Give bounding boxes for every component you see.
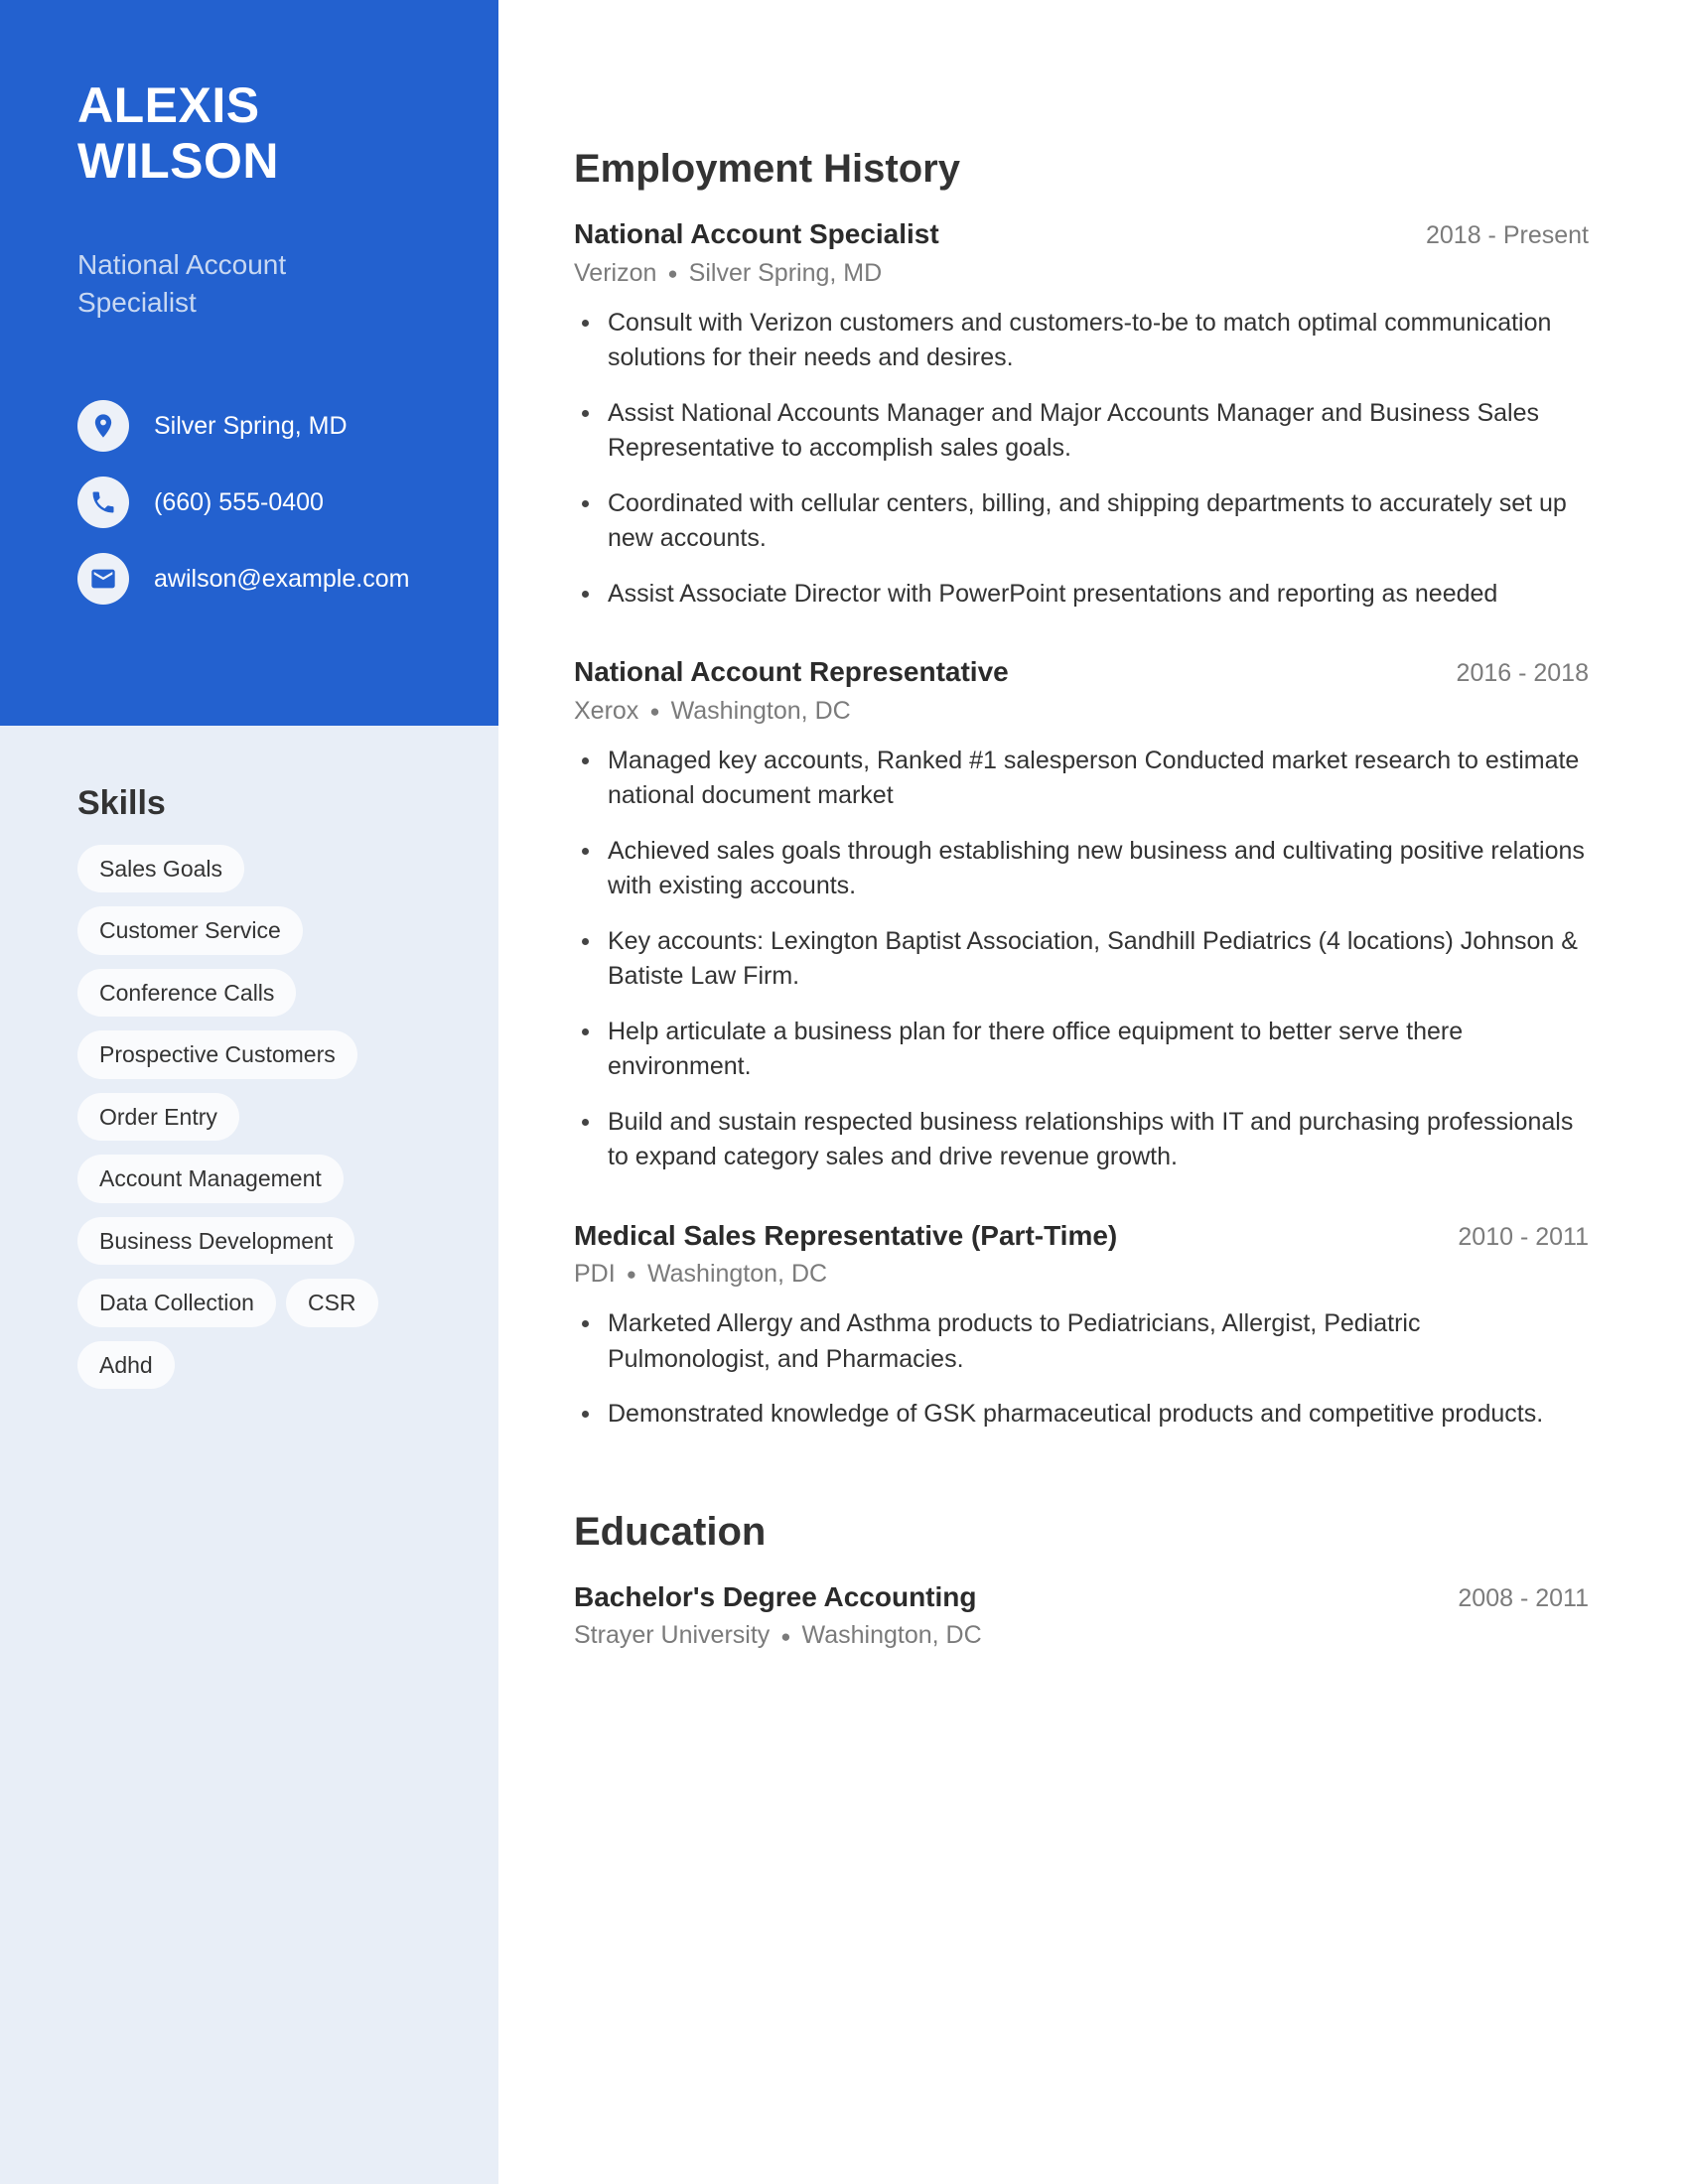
- school-location-text: Washington, DC: [801, 1621, 982, 1650]
- location-pin-icon: [77, 400, 129, 452]
- entry-header: National Account Specialist 2018 - Presen…: [574, 217, 1589, 251]
- employment-entry: National Account Specialist 2018 - Presen…: [574, 217, 1589, 612]
- email-icon: [77, 553, 129, 605]
- resume-page: ALEXIS WILSON National Account Specialis…: [0, 0, 1688, 2184]
- job-date-range: 2018 - Present: [1426, 221, 1589, 249]
- separator-dot-icon: ●: [649, 701, 660, 721]
- skill-chip: Conference Calls: [77, 968, 297, 1018]
- employment-entry: Medical Sales Representative (Part-Time)…: [574, 1219, 1589, 1433]
- degree-date-range: 2008 - 2011: [1458, 1583, 1589, 1612]
- contact-item-email: awilson@example.com: [77, 553, 409, 605]
- job-company-location: Xerox ● Washington, DC: [574, 696, 1589, 726]
- job-bullet: Consult with Verizon customers and custo…: [574, 306, 1589, 376]
- contact-email-text: awilson@example.com: [154, 564, 410, 593]
- job-date-range: 2016 - 2018: [1456, 659, 1589, 688]
- skill-chip: Sales Goals: [77, 845, 245, 893]
- job-title: National Account Specialist: [574, 218, 939, 249]
- job-company-location: PDI ● Washington, DC: [574, 1259, 1589, 1289]
- contact-item-location: Silver Spring, MD: [77, 400, 409, 452]
- skill-chip: Customer Service: [77, 906, 303, 955]
- job-company-location: Verizon ● Silver Spring, MD: [574, 258, 1589, 288]
- job-title: National Account Representative: [574, 656, 1009, 688]
- education-entries: Bachelor's Degree Accounting 2008 - 2011 S…: [574, 1580, 1589, 1651]
- school-location: Strayer University ● Washington, DC: [574, 1620, 1589, 1650]
- job-bullet: Marketed Allergy and Asthma products to …: [574, 1306, 1589, 1377]
- skill-chip: Account Management: [77, 1155, 344, 1203]
- employment-history-heading: Employment History: [574, 147, 960, 191]
- job-bullet: Demonstrated knowledge of GSK pharmaceut…: [574, 1397, 1589, 1433]
- skills-heading: Skills: [77, 784, 166, 822]
- job-company: PDI: [574, 1260, 616, 1289]
- candidate-job-title: National Account Specialist: [77, 249, 287, 318]
- job-bullet: Key accounts: Lexington Baptist Associat…: [574, 924, 1589, 995]
- job-company: Xerox: [574, 696, 639, 725]
- job-bullet-list: Marketed Allergy and Asthma products to …: [574, 1306, 1589, 1433]
- main-content: Employment History National Account Spec…: [574, 0, 1589, 1650]
- separator-dot-icon: ●: [780, 1626, 791, 1646]
- contact-item-phone: (660) 555-0400: [77, 477, 409, 528]
- job-bullet: Coordinated with cellular centers, billi…: [574, 486, 1589, 557]
- skill-chip: CSR: [285, 1279, 378, 1327]
- contact-list: Silver Spring, MD (660) 555-0400 awilson…: [77, 400, 409, 629]
- job-bullet: Build and sustain respected business rel…: [574, 1105, 1589, 1175]
- skills-list: Sales Goals Customer Service Conference Ca…: [77, 845, 465, 1403]
- last-name: WILSON: [77, 133, 279, 189]
- first-name: ALEXIS: [77, 77, 260, 133]
- skill-chip: Business Development: [77, 1216, 355, 1266]
- skill-chip: Prospective Customers: [77, 1030, 357, 1079]
- skills-section: Skills Sales Goals Customer Service Confer…: [77, 784, 465, 1403]
- employment-entries: National Account Specialist 2018 - Presen…: [574, 217, 1589, 1433]
- separator-dot-icon: ●: [667, 263, 678, 283]
- job-company: Verizon: [574, 258, 657, 287]
- school-name: Strayer University: [574, 1621, 771, 1650]
- entry-header: Bachelor's Degree Accounting 2008 - 2011: [574, 1580, 1589, 1614]
- job-bullet: Help articulate a business plan for ther…: [574, 1015, 1589, 1085]
- job-bullet-list: Consult with Verizon customers and custo…: [574, 306, 1589, 613]
- skill-chip: Adhd: [77, 1340, 175, 1389]
- job-bullet: Assist National Accounts Manager and Maj…: [574, 396, 1589, 467]
- job-bullet: Assist Associate Director with PowerPoin…: [574, 577, 1589, 613]
- job-bullet-list: Managed key accounts, Ranked #1 salesper…: [574, 744, 1589, 1175]
- job-date-range: 2010 - 2011: [1458, 1222, 1589, 1251]
- entry-header: Medical Sales Representative (Part-Time)…: [574, 1219, 1589, 1253]
- skill-chip: Data Collection: [77, 1279, 276, 1327]
- degree-title: Bachelor's Degree Accounting: [574, 1580, 977, 1612]
- job-location: Washington, DC: [670, 696, 851, 725]
- job-title: Medical Sales Representative (Part-Time): [574, 1219, 1118, 1251]
- education-entry: Bachelor's Degree Accounting 2008 - 2011 S…: [574, 1580, 1589, 1651]
- job-bullet: Achieved sales goals through establishin…: [574, 834, 1589, 904]
- job-bullet: Managed key accounts, Ranked #1 salesper…: [574, 744, 1589, 814]
- sidebar: ALEXIS WILSON National Account Specialis…: [0, 0, 498, 2184]
- job-location: Washington, DC: [646, 1260, 828, 1289]
- education-heading: Education: [574, 1509, 767, 1554]
- skill-chip: Order Entry: [77, 1092, 239, 1142]
- contact-location-text: Silver Spring, MD: [154, 411, 348, 440]
- employment-entry: National Account Representative 2016 - 20…: [574, 655, 1589, 1175]
- separator-dot-icon: ●: [626, 1265, 636, 1285]
- contact-phone-text: (660) 555-0400: [154, 487, 324, 516]
- phone-icon: [77, 477, 129, 528]
- candidate-name: ALEXIS WILSON: [77, 77, 475, 189]
- job-location: Silver Spring, MD: [688, 258, 883, 287]
- entry-header: National Account Representative 2016 - 20…: [574, 655, 1589, 689]
